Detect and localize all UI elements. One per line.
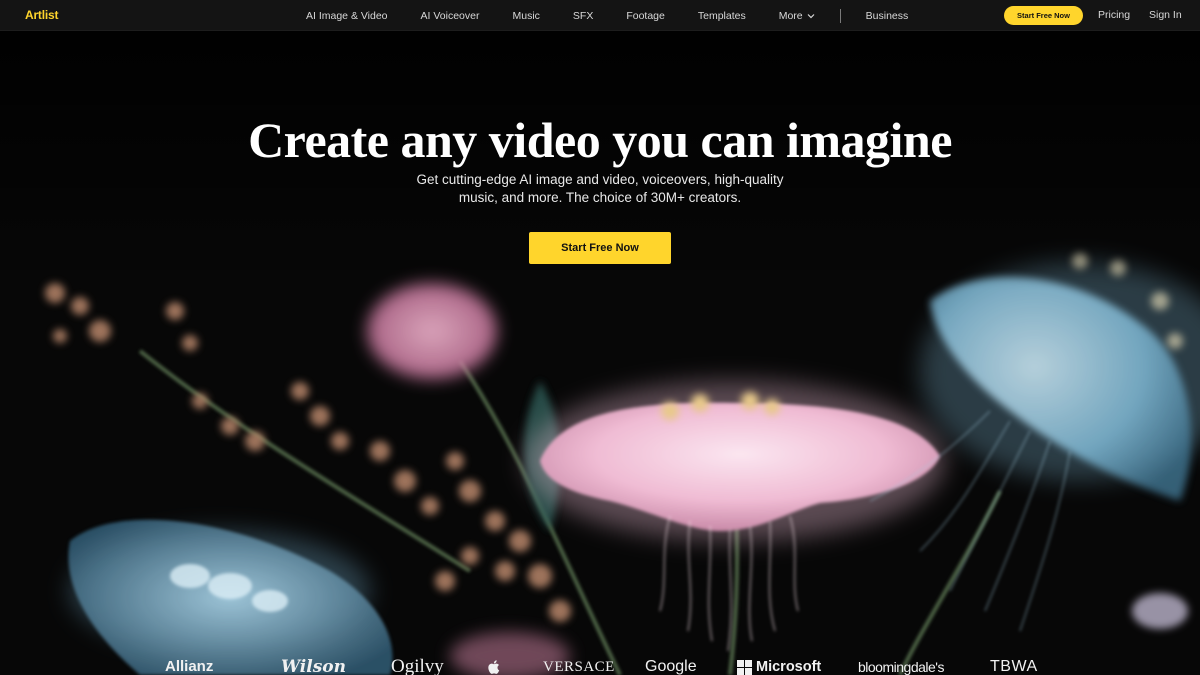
nav-sign-in[interactable]: Sign In xyxy=(1149,9,1182,21)
apple-logo xyxy=(486,655,500,675)
artlist-logo[interactable]: Artlist xyxy=(25,8,58,22)
microsoft-grid-icon xyxy=(737,659,752,675)
hero-subtitle: Get cutting-edge AI image and video, voi… xyxy=(380,171,820,207)
hero-subtitle-line-1: Get cutting-edge AI image and video, voi… xyxy=(416,172,784,187)
nav-ai-image-video[interactable]: AI Image & Video xyxy=(306,10,388,22)
chevron-down-icon xyxy=(807,13,815,18)
nav-divider xyxy=(839,8,841,23)
tbwa-logo: TBWA xyxy=(990,658,1038,675)
allianz-logo: Allianz xyxy=(165,658,214,675)
nav-ai-voiceover[interactable]: AI Voiceover xyxy=(421,10,480,22)
wilson-logo: Wilson xyxy=(281,657,346,675)
versace-logo: VERSACE xyxy=(543,659,615,675)
bloomingdales-logo: bloomingdale's xyxy=(858,659,944,675)
google-logo: Google xyxy=(645,658,697,675)
start-free-now-hero-button[interactable]: Start Free Now xyxy=(529,232,671,264)
apple-icon xyxy=(488,660,500,674)
nav-more[interactable]: More xyxy=(779,10,815,22)
brand-logos-strip: Allianz Wilson Ogilvy VERSACE Google Mic… xyxy=(0,655,1200,675)
top-nav: Artlist AI Image & Video AI Voiceover Mu… xyxy=(0,0,1200,31)
microsoft-label: Microsoft xyxy=(756,659,822,675)
nav-footage[interactable]: Footage xyxy=(626,10,665,22)
nav-more-label: More xyxy=(778,9,803,22)
logo-text: Artlist xyxy=(25,8,59,22)
nav-templates[interactable]: Templates xyxy=(698,10,746,22)
hero-section: Create any video you can imagine Get cut… xyxy=(0,31,1200,675)
nav-pricing[interactable]: Pricing xyxy=(1098,9,1130,21)
nav-sfx[interactable]: SFX xyxy=(573,10,593,22)
nav-links: AI Image & Video AI Voiceover Music SFX … xyxy=(306,0,941,31)
start-free-now-nav-button[interactable]: Start Free Now xyxy=(1004,6,1083,25)
nav-music[interactable]: Music xyxy=(512,10,539,22)
ogilvy-logo: Ogilvy xyxy=(391,656,444,675)
nav-business[interactable]: Business xyxy=(866,10,909,22)
hero-title: Create any video you can imagine xyxy=(248,112,952,168)
microsoft-logo: Microsoft xyxy=(737,655,821,675)
hero-subtitle-line-2: music, and more. The choice of 30M+ crea… xyxy=(458,190,742,205)
